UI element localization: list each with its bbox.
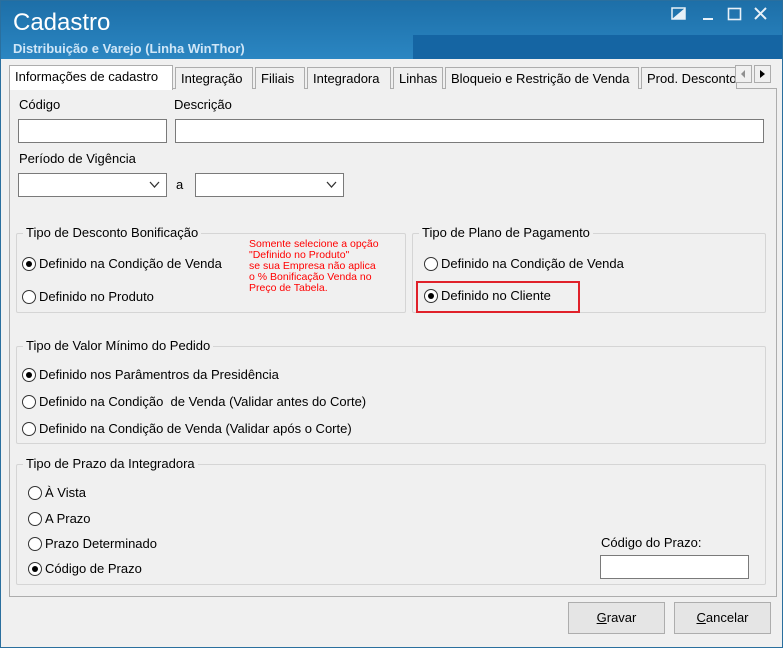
periodo-separator: a (176, 177, 184, 192)
descricao-label: Descrição (174, 97, 232, 112)
group-prazo-integradora: Tipo de Prazo da Integradora À Vista A P… (16, 456, 766, 585)
tab-integracao[interactable]: Integração (175, 67, 253, 89)
descricao-input[interactable] (175, 119, 764, 143)
group-prazo-integradora-legend: Tipo de Prazo da Integradora (23, 456, 198, 471)
periodo-inicio-select[interactable] (18, 173, 167, 197)
radio-prazo-determinado[interactable]: Prazo Determinado (28, 536, 157, 551)
highlight-box (416, 281, 580, 313)
radio-bonif-condicao-venda[interactable]: Definido na Condição de Venda (22, 256, 222, 271)
group-valor-minimo: Tipo de Valor Mínimo do Pedido Definido … (16, 338, 766, 444)
periodo-fim-select[interactable] (195, 173, 344, 197)
minimize-to-tray-icon[interactable] (671, 7, 693, 25)
periodo-vigencia-label: Período de Vigência (19, 151, 136, 166)
group-valor-minimo-legend: Tipo de Valor Mínimo do Pedido (23, 338, 214, 353)
codigo-label: Código (19, 97, 61, 112)
group-desconto-bonificacao-legend: Tipo de Desconto Bonificação (23, 225, 202, 240)
group-desconto-bonificacao: Tipo de Desconto Bonificação Definido na… (16, 225, 406, 313)
radio-valor-min-antes-corte[interactable]: Definido na Condição de Venda (Validar a… (22, 394, 366, 409)
tab-strip: Informações de cadastro Integração Filia… (9, 65, 777, 90)
tab-linhas[interactable]: Linhas (393, 67, 443, 89)
radio-valor-min-parametros[interactable]: Definido nos Parâmentros da Presidência (22, 367, 279, 382)
chevron-down-icon (149, 181, 160, 188)
codigo-prazo-label: Código do Prazo: (601, 535, 702, 550)
radio-dot (28, 536, 42, 551)
chevron-left-icon (741, 70, 745, 78)
radio-dot (424, 256, 438, 271)
group-plano-pagamento: Tipo de Plano de Pagamento Definido na C… (412, 225, 766, 313)
radio-dot (28, 485, 42, 500)
codigo-input[interactable] (18, 119, 167, 143)
cadastro-window: Cadastro Distribuição e Varejo (Linha Wi… (0, 0, 783, 648)
radio-prazo-a-prazo[interactable]: A Prazo (28, 511, 91, 526)
codigo-prazo-input[interactable] (600, 555, 749, 579)
radio-dot (28, 511, 42, 526)
radio-dot (22, 394, 36, 409)
tab-scroll-left-button[interactable] (735, 65, 752, 83)
tab-bloqueio-restricao[interactable]: Bloqueio e Restrição de Venda (445, 67, 639, 89)
chevron-right-icon (760, 70, 765, 78)
minimize-icon[interactable] (701, 7, 723, 25)
tab-panel-informacoes: Código Descrição Período de Vigência a T… (9, 89, 777, 597)
tab-integradora[interactable]: Integradora (307, 67, 391, 89)
group-plano-pagamento-legend: Tipo de Plano de Pagamento (419, 225, 593, 240)
radio-dot (22, 256, 36, 271)
maximize-icon[interactable] (727, 7, 749, 25)
radio-valor-min-apos-corte[interactable]: Definido na Condição de Venda (Validar a… (22, 421, 352, 436)
radio-plano-condicao-venda[interactable]: Definido na Condição de Venda (424, 256, 624, 271)
radio-dot (22, 421, 36, 436)
tab-scroll-right-button[interactable] (754, 65, 771, 83)
tab-informacoes-cadastro[interactable]: Informações de cadastro (9, 65, 173, 90)
close-icon[interactable] (753, 7, 775, 25)
radio-prazo-a-vista[interactable]: À Vista (28, 485, 86, 500)
chevron-down-icon (326, 181, 337, 188)
title-bar: Cadastro Distribuição e Varejo (Linha Wi… (1, 1, 782, 59)
radio-dot (28, 561, 42, 576)
gravar-button[interactable]: Gravar (568, 602, 665, 634)
bonificacao-warning-note: Somente selecione a opção "Definido no P… (249, 238, 379, 294)
radio-dot (22, 367, 36, 382)
radio-prazo-codigo[interactable]: Código de Prazo (28, 561, 142, 576)
window-subtitle: Distribuição e Varejo (Linha WinThor) (13, 41, 245, 56)
radio-dot (22, 289, 36, 304)
radio-bonif-produto[interactable]: Definido no Produto (22, 289, 154, 304)
cancelar-button[interactable]: Cancelar (674, 602, 771, 634)
window-title: Cadastro (13, 9, 111, 36)
tab-prod-desconto[interactable]: Prod. Desconto (641, 67, 737, 89)
tab-filiais[interactable]: Filiais (255, 67, 305, 89)
